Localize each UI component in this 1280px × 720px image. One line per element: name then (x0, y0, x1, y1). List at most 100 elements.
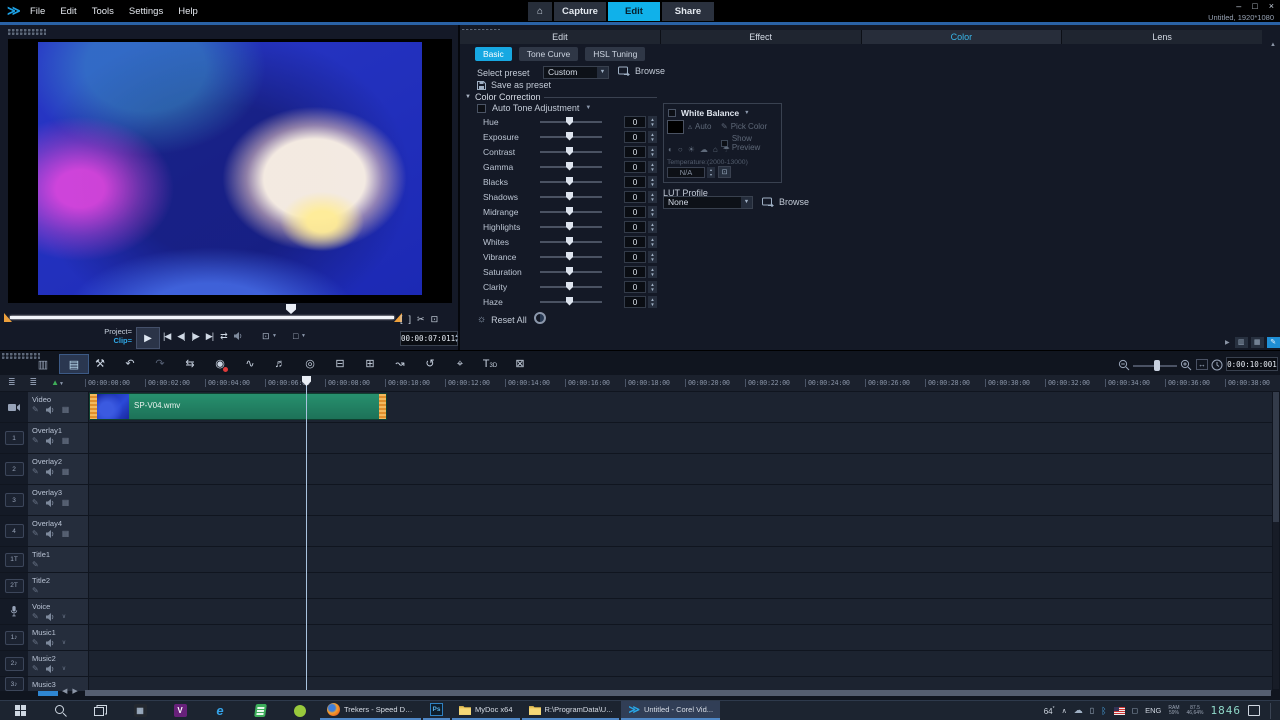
save-as-preset-button[interactable]: Save as preset (477, 80, 551, 90)
pan-zoom-icon[interactable]: ⊠ (505, 355, 535, 375)
fluorescent-icon[interactable]: ○ (678, 145, 683, 154)
tab-edit[interactable]: Edit (460, 30, 660, 44)
search-button[interactable] (40, 701, 80, 720)
white-balance-checkbox[interactable] (668, 109, 676, 117)
slider-blacks[interactable] (540, 181, 602, 183)
slider-midrange[interactable] (540, 211, 602, 213)
transparency-grid-icon[interactable]: ▦ (62, 499, 70, 507)
slider-spinner[interactable]: ▲▼ (648, 131, 657, 143)
slider-value[interactable]: 0 (624, 296, 646, 308)
browse-preset-button[interactable]: Browse (618, 66, 665, 76)
trim-icon[interactable]: ⇆ (175, 355, 205, 375)
slider-thumb[interactable] (566, 177, 573, 186)
track-lane-title1[interactable] (89, 547, 1272, 572)
ripple-edit-icon[interactable]: ▲▼ (51, 378, 64, 387)
slider-thumb[interactable] (566, 282, 573, 291)
track-header-music1[interactable]: Music1 ✎∨ (28, 625, 88, 650)
slider-value[interactable]: 0 (624, 236, 646, 248)
wrench-tools-icon[interactable]: ⚒ (85, 355, 115, 375)
reset-all-button[interactable]: ☼ Reset All (477, 314, 527, 325)
slider-spinner[interactable]: ▲▼ (648, 116, 657, 128)
slider-thumb[interactable] (566, 132, 573, 141)
track-type-icon[interactable]: 2 (0, 454, 28, 484)
taskbar-clock[interactable]: 1846 (1211, 704, 1242, 717)
us-flag-icon[interactable] (1114, 707, 1125, 715)
minimize-button[interactable]: – (1236, 1, 1241, 11)
daylight-icon[interactable]: ☀ (688, 145, 695, 154)
motion-tracking-icon[interactable]: ↝ (385, 355, 415, 375)
scroll-up-icon[interactable]: ▲ (1270, 42, 1276, 48)
expand-arrow-icon[interactable]: ▶ (1225, 339, 1230, 346)
restore-button[interactable]: □ (1252, 1, 1257, 11)
next-frame-button[interactable]: |▶ (192, 331, 199, 342)
project-mode-button[interactable]: Project= (90, 327, 132, 336)
mode-tab-share[interactable]: Share (662, 2, 714, 21)
browse-lut-button[interactable]: Browse (762, 197, 809, 207)
slider-spinner[interactable]: ▲▼ (648, 206, 657, 218)
overcast-icon[interactable]: ☂ (723, 145, 730, 154)
utorrent-icon[interactable] (280, 701, 320, 720)
mode-tab-capture[interactable]: Capture (554, 2, 606, 21)
track-header-video[interactable]: Video ✎▦ (28, 392, 88, 422)
tab-color[interactable]: Color (862, 30, 1062, 44)
slider-shadows[interactable] (540, 196, 602, 198)
scrub-bar[interactable] (10, 316, 394, 319)
volume-button[interactable] (234, 332, 243, 342)
track-header-music2[interactable]: Music2 ✎∨ (28, 651, 88, 676)
slider-thumb[interactable] (566, 147, 573, 156)
track-type-icon[interactable]: 4 (0, 516, 28, 546)
preview-timecode[interactable]: 00:00:07:011 ▴▾ (400, 331, 458, 346)
temperature-apply-button[interactable]: ⊡ (718, 166, 731, 178)
selection-options-button[interactable]: □ ▼ (293, 331, 306, 342)
subtab-basic[interactable]: Basic (475, 47, 512, 61)
slider-clarity[interactable] (540, 286, 602, 288)
menu-help[interactable]: Help (178, 6, 198, 17)
chevron-down-icon[interactable]: ▼ (744, 110, 749, 116)
edit-pencil-icon[interactable]: ✎ (32, 639, 39, 647)
slider-contrast[interactable] (540, 151, 602, 153)
slider-spinner[interactable]: ▲▼ (648, 281, 657, 293)
chevron-down-icon[interactable]: ∨ (62, 613, 66, 621)
track-type-icon[interactable]: 1 (0, 423, 28, 453)
scroll-right-icon[interactable]: ▶ (72, 687, 77, 695)
slider-thumb[interactable] (566, 297, 573, 306)
track-lane-music3[interactable] (89, 677, 1272, 691)
overlapping-dots-icon[interactable]: ◎ (295, 355, 325, 375)
cloudy-icon[interactable]: ☁ (700, 145, 708, 154)
edit-pencil-icon[interactable]: ✎ (32, 613, 39, 621)
slider-value[interactable]: 0 (624, 251, 646, 263)
white-balance-swatch[interactable] (667, 120, 684, 134)
enlarge-button[interactable]: ⊡ (431, 314, 439, 325)
edit-pencil-icon[interactable]: ✎ (32, 587, 39, 595)
pinned-notes-app-icon[interactable] (240, 701, 280, 720)
slider-value[interactable]: 0 (624, 221, 646, 233)
speaker-icon[interactable] (234, 332, 243, 340)
slider-spinner[interactable]: ▲▼ (648, 191, 657, 203)
edit-pencil-icon[interactable]: ✎ (32, 530, 39, 538)
temperature-spinner[interactable]: ▴▾ (707, 167, 715, 178)
track-header-voice[interactable]: Voice ✎∨ (28, 599, 88, 624)
play-button[interactable]: ▶ (136, 327, 160, 349)
speaker-icon[interactable] (46, 468, 55, 476)
mask-creator-icon[interactable]: ⌖ (445, 355, 475, 375)
close-button[interactable]: × (1269, 1, 1274, 11)
chat-icon[interactable]: ◻ (1132, 706, 1139, 715)
bluetooth-icon[interactable]: ᛒ (1101, 706, 1106, 716)
show-desktop-button[interactable] (1270, 703, 1274, 719)
edge-browser-icon[interactable]: e (200, 701, 240, 720)
track-type-icon[interactable] (0, 392, 28, 422)
white-balance-auto-button[interactable]: ▵ Auto (688, 122, 711, 131)
task-view-button[interactable] (80, 701, 120, 720)
onedrive-cloud-icon[interactable]: ☁ (1074, 705, 1083, 716)
edit-pencil-icon[interactable]: ✎ (32, 561, 39, 569)
speaker-icon[interactable] (46, 639, 55, 647)
subtab-tone-curve[interactable]: Tone Curve (519, 47, 578, 61)
track-list-icon[interactable]: ≣ (30, 377, 38, 388)
track-lane-music1[interactable] (89, 625, 1272, 650)
slider-thumb[interactable] (566, 252, 573, 261)
transparency-grid-icon[interactable]: ▦ (62, 530, 70, 538)
track-type-icon[interactable]: 1♪ (0, 625, 28, 650)
pick-color-button[interactable]: ✎ Pick Color (721, 122, 767, 131)
storyboard-view-button[interactable]: ▥ (28, 354, 58, 374)
track-lane-overlay4[interactable] (89, 516, 1272, 546)
